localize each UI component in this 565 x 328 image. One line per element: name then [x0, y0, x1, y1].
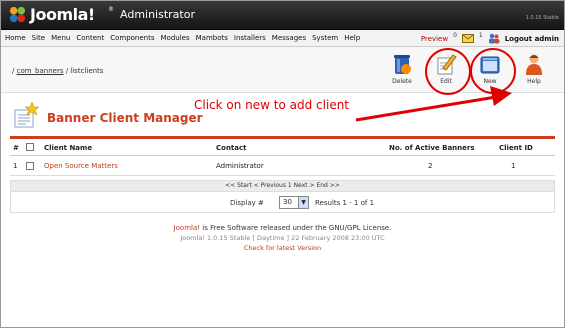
menu-site[interactable]: Site: [32, 34, 45, 42]
logout-link[interactable]: Logout admin: [505, 35, 559, 43]
joomla-link[interactable]: Joomla!: [174, 224, 201, 232]
messages-count: 0: [453, 32, 457, 39]
license-line: Joomla! is Free Software released under …: [0, 224, 565, 232]
row-checkbox[interactable]: [26, 162, 34, 170]
joomla-logo-icon: [9, 6, 26, 23]
main-menu-bar: Home Site Menu Content Components Module…: [0, 30, 565, 47]
menu-modules[interactable]: Modules: [161, 34, 190, 42]
app-title: Administrator: [120, 8, 195, 21]
new-highlight-circle: [470, 48, 516, 94]
display-label: Display #: [230, 199, 264, 207]
banner-manager-icon: [14, 101, 40, 128]
header-contact[interactable]: Contact: [216, 144, 247, 152]
menu-mambots[interactable]: Mambots: [196, 34, 228, 42]
page-title: Banner Client Manager: [47, 111, 203, 125]
header-client-id[interactable]: Client ID: [499, 144, 533, 152]
trademark-mark: ®: [108, 6, 114, 13]
select-all-checkbox[interactable]: [26, 143, 34, 151]
help-label: Help: [527, 78, 541, 85]
preview-link[interactable]: Preview: [421, 35, 448, 43]
breadcrumb-current: / listclients: [63, 67, 104, 75]
users-icon[interactable]: [488, 33, 500, 44]
main-menu: Home Site Menu Content Components Module…: [5, 34, 360, 42]
results-summary: Results 1 - 1 of 1: [315, 199, 375, 207]
menu-content[interactable]: Content: [76, 34, 104, 42]
messages-icon[interactable]: [461, 34, 474, 43]
client-active-banners: 2: [428, 162, 433, 170]
display-count-select[interactable]: 30 ▼: [279, 196, 309, 209]
header-client-name[interactable]: Client Name: [44, 144, 92, 152]
client-name-link[interactable]: Open Source Matters: [44, 162, 118, 170]
annotation-text: Click on new to add client: [194, 98, 350, 112]
menu-messages[interactable]: Messages: [272, 34, 306, 42]
client-id: 1: [511, 162, 516, 170]
header-active-banners[interactable]: No. of Active Banners: [389, 144, 475, 152]
breadcrumb-link-com-banners[interactable]: com_banners: [17, 67, 64, 75]
header-number: #: [13, 144, 19, 152]
version-label: 1.0.15 Stable: [525, 15, 559, 21]
check-version-link[interactable]: Check for latest Version: [0, 244, 565, 252]
menu-help[interactable]: Help: [344, 34, 360, 42]
edit-highlight-circle: [425, 48, 471, 95]
breadcrumb: / com_banners / listclients: [12, 67, 103, 75]
menu-home[interactable]: Home: [5, 34, 26, 42]
row-number: 1: [13, 162, 18, 170]
client-contact: Administrator: [216, 162, 264, 170]
table-row: 1 Open Source Matters Administrator 2 1: [10, 157, 555, 176]
online-users-count: 1: [478, 32, 483, 39]
menu-menu[interactable]: Menu: [51, 34, 70, 42]
delete-button[interactable]: Delete: [386, 52, 418, 85]
help-button[interactable]: Help: [518, 52, 550, 85]
admin-header: Joomla! ® Administrator 1.0.15 Stable: [0, 0, 565, 30]
menu-installers[interactable]: Installers: [234, 34, 266, 42]
help-icon: [526, 54, 542, 75]
license-text: is Free Software released under the GNU/…: [200, 224, 392, 232]
chevron-down-icon[interactable]: ▼: [298, 197, 308, 208]
joomla-logo-text: Joomla!: [30, 5, 95, 24]
display-bar: Display # 30 ▼ Results 1 - 1 of 1: [10, 192, 555, 213]
menu-components[interactable]: Components: [110, 34, 154, 42]
pagination-nav[interactable]: << Start < Previous 1 Next > End >>: [10, 180, 555, 192]
delete-label: Delete: [392, 78, 412, 85]
status-area: Preview 0 1 Logout admin: [421, 32, 559, 44]
menu-system[interactable]: System: [312, 34, 338, 42]
version-line: Joomla! 1.0.15 Stable [ Daytime ] 22 Feb…: [180, 234, 385, 242]
table-header-row: # Client Name Contact No. of Active Bann…: [10, 139, 555, 156]
display-count-value: 30: [283, 198, 292, 206]
trash-icon: [394, 55, 411, 74]
